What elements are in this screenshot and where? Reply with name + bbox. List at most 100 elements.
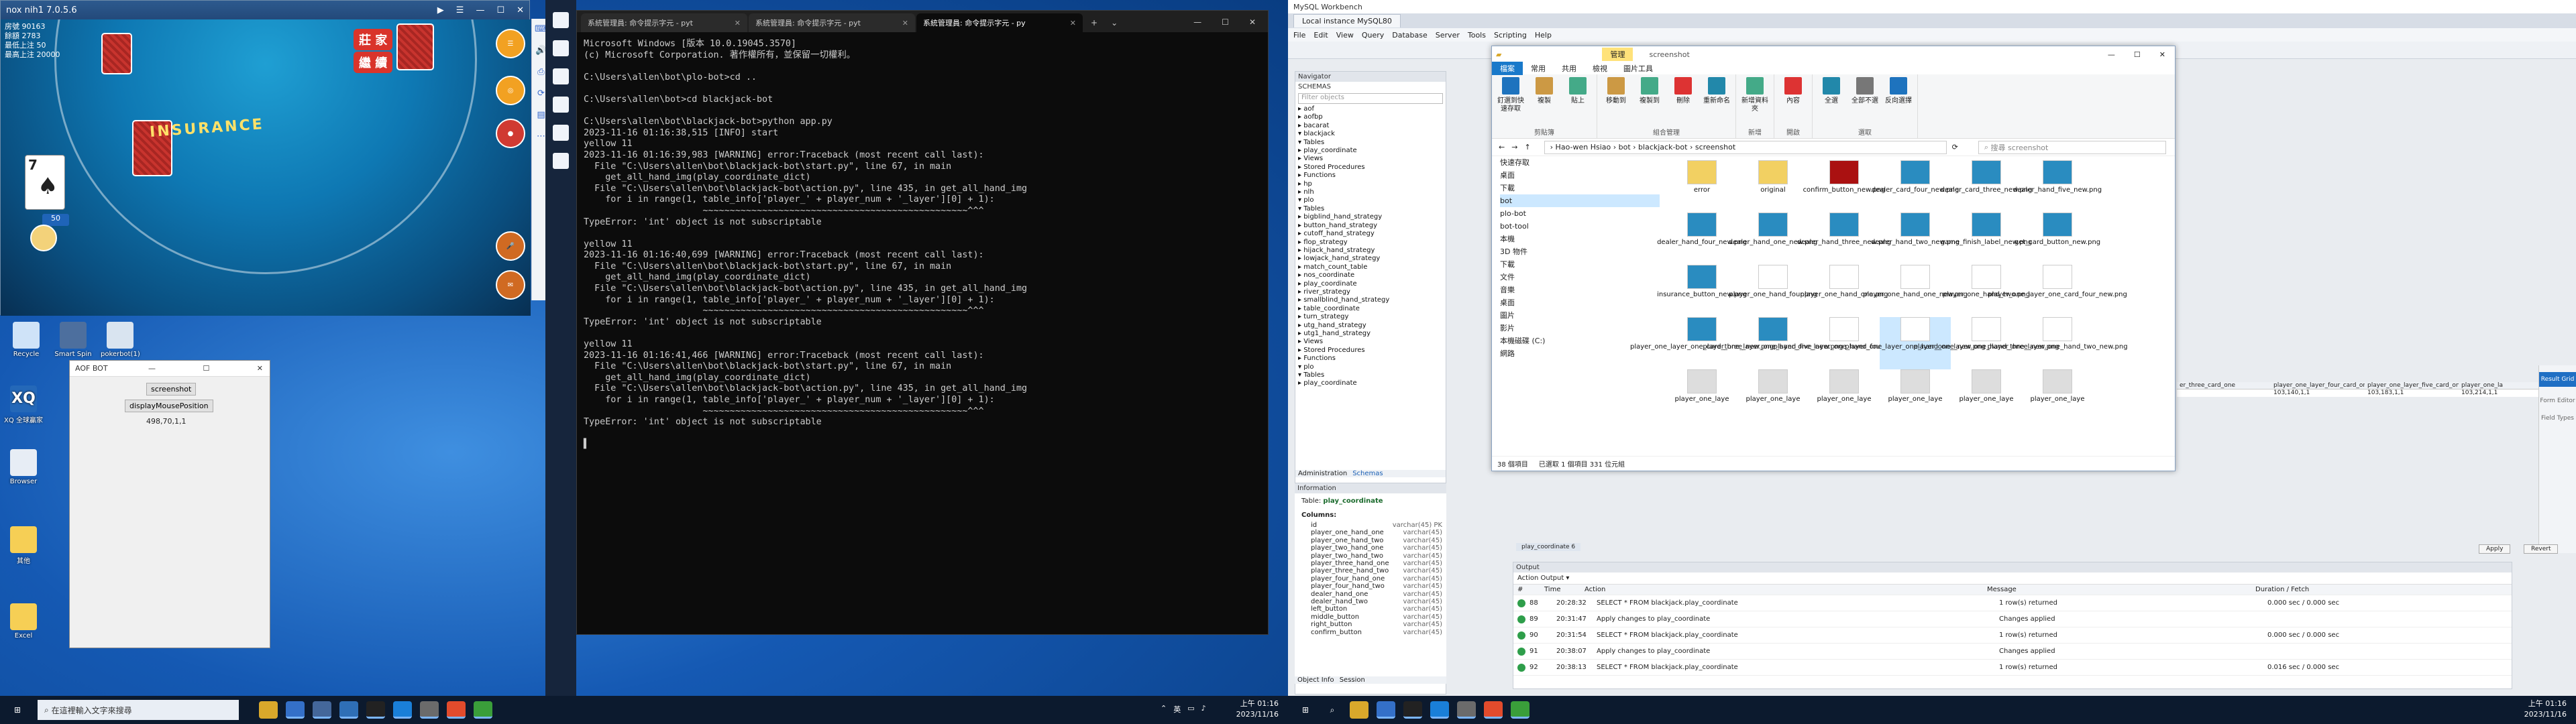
nav-pane-item[interactable]: 圖片 <box>1500 309 1660 322</box>
field-types-tab[interactable]: Field Types <box>2539 415 2576 422</box>
vscode-icon[interactable] <box>1430 701 1449 719</box>
minimize-icon[interactable]: — <box>142 364 162 373</box>
file-item[interactable]: game_finish_label_new.png <box>1941 213 2032 265</box>
chips-round-button[interactable]: ◎ <box>496 76 525 105</box>
tree-item[interactable]: ▸ cutoff_hand_strategy <box>1298 230 1446 238</box>
file-item[interactable]: original <box>1737 160 1809 213</box>
tree-item[interactable]: ▾ Tables <box>1298 371 1446 379</box>
minimize-icon[interactable]: — <box>476 5 484 15</box>
revert-button[interactable]: Revert <box>2524 544 2559 554</box>
output-row[interactable]: 88 20:28:32 SELECT * FROM blackjack.play_c… <box>1513 595 2512 611</box>
tree-item[interactable]: ▸ nlh <box>1298 188 1446 196</box>
grid-header[interactable]: player_one_layer_five_card_one <box>2365 382 2459 389</box>
output-row[interactable]: 90 20:31:54 SELECT * FROM blackjack.play_c… <box>1513 627 2512 644</box>
result-grid-strip[interactable]: er_three_card_one player_one_layer_four_c… <box>2177 382 2576 397</box>
nav-pane-item[interactable]: 下載 <box>1500 182 1660 194</box>
line-icon[interactable] <box>1511 701 1529 719</box>
network-icon[interactable]: ▭ <box>1187 704 1194 715</box>
tree-item[interactable]: ▸ Functions <box>1298 355 1446 363</box>
close-icon[interactable]: ✕ <box>902 19 908 27</box>
app-icon[interactable] <box>1377 701 1395 719</box>
nav-pane-item[interactable]: 桌面 <box>1500 296 1660 309</box>
chrome-icon[interactable] <box>1484 701 1503 719</box>
output-row[interactable]: 89 20:31:47 Apply changes to play_coordina… <box>1513 611 2512 627</box>
desktop-icon[interactable]: XQ XQ 全球贏家 <box>4 385 43 424</box>
filter-input[interactable]: Filter objects <box>1298 93 1443 104</box>
new-tab-icon[interactable]: + <box>1084 13 1104 32</box>
file-item[interactable]: dealer_hand_three_new.png <box>1797 213 1891 265</box>
desktop-icon[interactable]: 其他 <box>4 526 43 565</box>
file-item[interactable]: get_card_button_new.png <box>2015 213 2100 265</box>
refresh-icon[interactable]: ⟳ <box>1947 143 1958 152</box>
connection-tab[interactable]: Local instance MySQL80 <box>1293 14 1401 27</box>
output-row[interactable]: 91 20:38:07 Apply changes to play_coordina… <box>1513 644 2512 660</box>
close-icon[interactable]: ✕ <box>250 364 270 373</box>
up-icon[interactable]: ↑ <box>1517 143 1530 152</box>
close-icon[interactable]: ✕ <box>1070 19 1076 27</box>
nav-pane-item[interactable]: bot-tool <box>1500 220 1660 233</box>
app-icon[interactable] <box>553 153 569 169</box>
nav-pane-item[interactable]: 桌面 <box>1500 169 1660 182</box>
app-icon[interactable] <box>286 701 305 719</box>
nav-pane-item[interactable]: 影片 <box>1500 322 1660 335</box>
tree-item[interactable]: ▸ match_count_table <box>1298 263 1446 272</box>
menu-picture-tools[interactable]: 圖片工具 <box>1615 63 1661 74</box>
tree-item[interactable]: ▸ aofbp <box>1298 113 1446 121</box>
continue-button[interactable]: 繼 續 <box>354 52 393 73</box>
file-item[interactable]: player_one_laye <box>1809 369 1880 422</box>
desktop-icon[interactable]: Browser <box>4 449 43 485</box>
file-item[interactable]: player_one_laye <box>1666 369 1737 422</box>
app-icon[interactable] <box>1457 701 1476 719</box>
file-item[interactable]: insurance_button_new.png <box>1657 265 1747 317</box>
chevron-up-icon[interactable]: ⌃ <box>1161 704 1167 715</box>
tree-item[interactable]: ▸ button_hand_strategy <box>1298 222 1446 230</box>
menu-view[interactable]: 檢視 <box>1585 63 1615 74</box>
taskbar-search[interactable]: ⌕ 在這裡輸入文字來搜尋 <box>38 700 239 720</box>
tree-item[interactable]: ▸ Stored Procedures <box>1298 347 1446 355</box>
nav-pane-item[interactable]: 快速存取 <box>1500 156 1660 169</box>
file-item[interactable]: player_one_layer_one_card_four_new.png <box>1988 265 2127 317</box>
close-icon[interactable]: ✕ <box>735 19 741 27</box>
app-icon[interactable] <box>553 40 569 56</box>
tree-item[interactable]: ▸ bacarat <box>1298 122 1446 130</box>
file-grid[interactable]: error original confirm_button_new.png deale… <box>1630 156 2156 438</box>
nav-pane-item[interactable]: 文件 <box>1500 271 1660 284</box>
menu-item[interactable]: Database <box>1392 31 1428 40</box>
tree-item[interactable]: ▸ Views <box>1298 338 1446 346</box>
tree-item[interactable]: ▸ hijack_hand_strategy <box>1298 247 1446 255</box>
avatar[interactable] <box>30 225 57 251</box>
grid-cell[interactable]: 103,140,1,1 <box>2271 389 2365 397</box>
form-editor-tab[interactable]: Form Editor <box>2539 398 2576 404</box>
chat-round-button[interactable]: ✉ <box>496 270 525 300</box>
taskbar-clock[interactable]: 上午 01:16 2023/11/16 <box>2524 699 2567 720</box>
desktop-icon[interactable]: Smart Spin <box>54 322 93 358</box>
manage-tab[interactable]: 管理 <box>1602 48 1633 61</box>
output-row[interactable]: 92 20:38:13 SELECT * FROM blackjack.play_c… <box>1513 660 2512 676</box>
tree-item[interactable]: ▸ utg1_hand_strategy <box>1298 330 1446 338</box>
app-icon[interactable] <box>553 125 569 141</box>
search-icon[interactable]: ⌕ <box>1323 701 1342 719</box>
path-input[interactable]: › Hao-wen Hsiao › bot › blackjack-bot › … <box>1544 140 1947 154</box>
app-icon[interactable] <box>553 12 569 28</box>
tree-item[interactable]: ▸ Stored Procedures <box>1298 164 1446 172</box>
tree-item[interactable]: ▸ smallblind_hand_strategy <box>1298 296 1446 304</box>
terminal-tab[interactable]: 系統管理員: 命令提示字元 - pyt ✕ <box>749 13 915 32</box>
file-item[interactable]: confirm_button_new.png <box>1803 160 1885 213</box>
taskbar-clock[interactable]: 上午 01:16 2023/11/16 <box>1236 699 1279 720</box>
app-icon[interactable] <box>420 701 439 719</box>
minimize-icon[interactable]: — <box>2098 50 2125 59</box>
nox-emulator-window[interactable]: nox nih1 7.0.5.6 ▶ ☰ — ☐ ✕ 房號 90163 餘額 2… <box>0 0 531 316</box>
tab-session[interactable]: Session <box>1340 676 1365 684</box>
minimize-icon[interactable]: — <box>1193 17 1201 27</box>
menu-item[interactable]: Help <box>1535 31 1552 40</box>
tree-item[interactable]: ▸ play_coordinate <box>1298 379 1446 387</box>
menu-item[interactable]: View <box>1336 31 1354 40</box>
terminal-window[interactable]: 系統管理員: 命令提示字元 - pyt ✕ 系統管理員: 命令提示字元 - pyt… <box>576 10 1269 635</box>
tree-item[interactable]: ▸ turn_strategy <box>1298 313 1446 321</box>
desktop-icon[interactable]: Recycle <box>7 322 46 358</box>
result-grid-tab[interactable]: Result Grid <box>2539 372 2576 387</box>
maximize-icon[interactable]: ☐ <box>1222 17 1229 27</box>
apply-button[interactable]: Apply <box>2479 544 2511 554</box>
tree-item[interactable]: ▾ Tables <box>1298 139 1446 147</box>
app-icon[interactable] <box>339 701 358 719</box>
